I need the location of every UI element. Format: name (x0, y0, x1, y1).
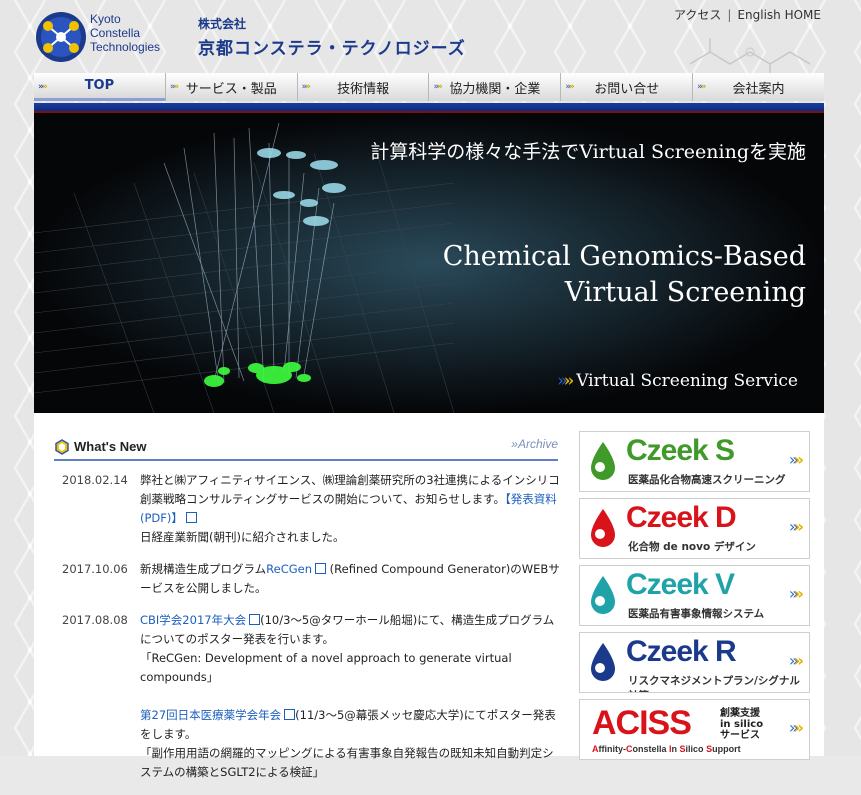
nav-services[interactable]: »» サービス・製品 (165, 73, 298, 101)
access-link[interactable]: アクセス (674, 8, 721, 22)
chevron-right-icon: »» (788, 718, 804, 737)
drop-teal-icon (591, 576, 615, 614)
english-home-link[interactable]: English HOME (737, 8, 821, 22)
chevron-right-icon: »» (788, 450, 804, 469)
aciss-banner[interactable]: ACISS 創薬支援 in silico サービス Affinity-Const… (579, 699, 810, 760)
banner-subtitle: 化合物 de novo デザイン (628, 541, 756, 553)
hexagon-icon (55, 439, 69, 455)
czeek-s-banner[interactable]: Czeek S 医薬品化合物高速スクリーニング »» (579, 431, 810, 492)
chevron-right-icon: »» (788, 517, 804, 536)
whats-new-title: What's New (74, 439, 147, 454)
nav-technology[interactable]: »» 技術情報 (297, 73, 430, 101)
drop-blue-icon (591, 643, 615, 681)
drop-green-icon (591, 442, 615, 480)
banner-title: Czeek S (626, 434, 735, 467)
hero-title-line1: Chemical Genomics-Based (442, 241, 806, 272)
news-item: 2018.02.14 弊社と㈱アフィニティサイエンス、㈱理論創薬研究所の3社連携… (62, 471, 562, 547)
banner-subtitle: 医薬品化合物高速スクリーニング (628, 474, 786, 486)
chevron-right-icon: »» (557, 371, 574, 391)
banner-title: Czeek V (626, 568, 735, 601)
logo-text: Kyoto Constella Technologies (90, 12, 161, 54)
banner-subtitle: リスクマネジメントプラン/シグナル計算 (628, 675, 800, 692)
cbi-conference-link[interactable]: CBI学会2017年大会 (140, 613, 246, 627)
company-name: 京都コンステラ・テクノロジーズ (198, 39, 466, 59)
recgen-link[interactable]: ReCGen (266, 562, 312, 576)
utility-links: アクセス | English HOME (674, 6, 821, 23)
chevron-right-icon: »» (788, 584, 804, 603)
link-separator: | (727, 8, 732, 22)
external-link-icon (284, 709, 296, 720)
news-date: 2017.08.08 (62, 613, 128, 627)
chevron-right-icon: »» (697, 82, 706, 92)
banner-title: Czeek D (626, 501, 737, 534)
news-date: 2018.02.14 (62, 473, 128, 487)
news-body: CBI学会2017年大会 (10/3～5@タワーホール船堀)にて、構造生成プログラ… (140, 613, 556, 779)
main-content: What's New »Archive 2018.02.14 弊社と㈱アフィニテ… (34, 413, 824, 779)
czeek-d-banner[interactable]: Czeek D 化合物 de novo デザイン »» (579, 498, 810, 559)
czeek-v-banner[interactable]: Czeek V 医薬品有害事象情報システム »» (579, 565, 810, 626)
external-link-icon (185, 512, 197, 523)
news-date: 2017.10.06 (62, 562, 128, 576)
chevron-right-icon: »» (301, 82, 311, 92)
external-link-icon (315, 563, 327, 574)
nav-partners[interactable]: »» 協力機関・企業 (429, 73, 562, 101)
archive-link[interactable]: »Archive (511, 437, 558, 451)
hero-tagline: 計算科学の様々な手法でVirtual Screeningを実施 (370, 141, 806, 163)
nav-underline (34, 103, 824, 111)
whats-new-header: What's New »Archive (54, 437, 558, 461)
aciss-subtitle: Affinity-Constella In Silico Support (592, 744, 741, 754)
chevron-right-icon: »» (38, 82, 48, 92)
molecule-decoration-icon (689, 38, 811, 74)
aciss-side-text: 創薬支援 in silico サービス (720, 708, 764, 741)
news-item: 2017.10.06 新規構造生成プログラムReCGen (Refined Co… (62, 560, 562, 598)
banner-title: Czeek R (626, 635, 737, 668)
jsphcs-conference-link[interactable]: 第27回日本医療薬学会年会 (140, 708, 281, 722)
hero-banner: 計算科学の様々な手法でVirtual Screeningを実施 Chemical… (34, 113, 824, 413)
nav-top[interactable]: »» TOP (34, 73, 166, 101)
czeek-r-banner[interactable]: Czeek R リスクマネジメントプラン/シグナル計算 »» (579, 632, 810, 693)
virtual-screening-service-link[interactable]: »» Virtual Screening Service (557, 371, 798, 391)
drop-red-icon (591, 509, 615, 547)
external-link-icon (249, 614, 261, 625)
banner-subtitle: 医薬品有害事象情報システム (628, 608, 765, 620)
news-body: 弊社と㈱アフィニティサイエンス、㈱理論創薬研究所の3社連携によるインシリコ創薬戦… (140, 473, 560, 544)
logo-icon[interactable] (34, 10, 88, 64)
news-item: 2017.08.08 CBI学会2017年大会 (10/3～5@タワーホール船堀)… (62, 611, 562, 782)
nav-company[interactable]: »» 会社案内 (693, 73, 824, 101)
nav-contact[interactable]: »» お問い合せ (561, 73, 694, 101)
main-nav: »» TOP »» サービス・製品 »» 技術情報 »» 協力機関・企業 »» お問い合せ… (34, 73, 824, 103)
company-type: 株式会社 (198, 17, 247, 31)
hero-title-line2: Virtual Screening (564, 277, 806, 308)
site-header: Kyoto Constella Technologies 株式会社 京都コンステ… (0, 0, 861, 74)
chevron-right-icon: »» (433, 82, 442, 92)
chevron-right-icon: »» (169, 82, 179, 92)
chevron-right-icon: »» (565, 82, 574, 92)
news-body: 新規構造生成プログラムReCGen (Refined Compound Gene… (140, 562, 560, 595)
news-list: 2018.02.14 弊社と㈱アフィニティサイエンス、㈱理論創薬研究所の3社連携… (62, 471, 562, 795)
chevron-right-icon: »» (788, 651, 804, 670)
aciss-title: ACISS (592, 704, 692, 742)
product-banners: Czeek S 医薬品化合物高速スクリーニング »» Czeek D 化合物 d… (579, 431, 810, 766)
